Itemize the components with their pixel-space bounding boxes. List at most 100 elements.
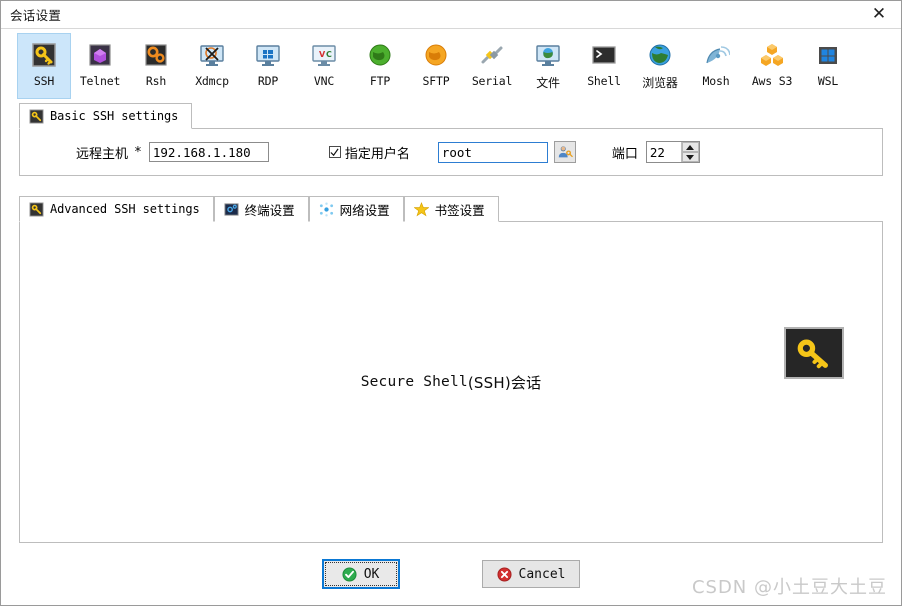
tab-label: 终端设置 xyxy=(244,202,295,218)
advanced-settings-panel: Secure Shell (SSH)会话 xyxy=(19,221,883,543)
ok-button[interactable]: OK xyxy=(321,559,400,589)
user-key-icon[interactable] xyxy=(553,141,576,163)
port-decrement-button[interactable] xyxy=(681,152,699,162)
plug-icon xyxy=(478,41,506,69)
gem-icon xyxy=(86,41,114,69)
tab-label: 网络设置 xyxy=(339,202,390,218)
protocol-browser[interactable]: 浏览器 xyxy=(633,33,687,99)
blue-globe-icon xyxy=(646,41,674,69)
remote-host-label: 远程主机 xyxy=(76,146,129,162)
satellite-icon xyxy=(702,41,731,69)
star-icon xyxy=(413,201,430,217)
port-increment-button[interactable] xyxy=(681,142,699,152)
protocol-serial[interactable]: Serial xyxy=(465,33,519,99)
protocol-label: Mosh xyxy=(702,74,730,88)
cancel-button[interactable]: Cancel xyxy=(481,560,581,588)
protocol-xdmcp[interactable]: Xdmcp xyxy=(185,33,239,99)
checkbox-box xyxy=(328,146,341,158)
big-key-icon xyxy=(784,327,844,379)
specify-username-checkbox[interactable]: 指定用户名 xyxy=(328,143,410,162)
protocol-file[interactable]: 文件 xyxy=(521,33,575,99)
protocol-sftp[interactable]: SFTP xyxy=(409,33,463,99)
protocol-label: Xdmcp xyxy=(195,74,229,88)
specify-username-label: 指定用户名 xyxy=(344,146,410,162)
username-input[interactable] xyxy=(437,141,548,163)
protocol-vnc[interactable]: V C VNC xyxy=(297,33,351,99)
required-marker: * xyxy=(134,144,142,160)
tab-basic-ssh-settings[interactable]: Basic SSH settings xyxy=(19,103,193,129)
terminal-settings-icon xyxy=(224,202,239,217)
gears-icon xyxy=(142,41,170,69)
protocol-label: SSH xyxy=(33,74,55,88)
tab-bookmark-settings[interactable]: 书签设置 xyxy=(403,196,499,222)
port-stepper[interactable] xyxy=(645,141,700,163)
protocol-shell[interactable]: Shell xyxy=(577,33,631,99)
protocol-label: 浏览器 xyxy=(642,76,678,90)
tab-label: 书签设置 xyxy=(434,202,485,218)
protocol-label: Aws S3 xyxy=(751,74,793,88)
session-headline-ascii: Secure Shell xyxy=(360,374,468,390)
network-icon xyxy=(319,201,334,217)
protocol-ssh[interactable]: SSH xyxy=(17,33,71,99)
protocol-label: SFTP xyxy=(422,74,450,88)
tab-network-settings[interactable]: 网络设置 xyxy=(308,196,404,222)
basic-tabstrip: Basic SSH settings xyxy=(19,103,883,129)
globe-monitor-icon xyxy=(534,41,562,69)
protocol-label: Shell xyxy=(587,74,621,88)
ok-button-label: OK xyxy=(363,566,380,582)
x-monitor-icon xyxy=(198,41,226,69)
session-settings-window: 会话设置 ✕ SSH Telnet Rsh Xdmcp RDP V C VNC … xyxy=(0,0,902,606)
svg-text:V: V xyxy=(319,50,326,59)
protocol-rsh[interactable]: Rsh xyxy=(129,33,183,99)
close-icon[interactable]: ✕ xyxy=(857,1,901,28)
protocol-aws-s3[interactable]: Aws S3 xyxy=(745,33,799,99)
settings-body: Basic SSH settings 远程主机 * 指定用户名 xyxy=(1,103,901,543)
basic-settings-panel: 远程主机 * 指定用户名 xyxy=(19,128,883,176)
port-label: 端口 xyxy=(611,146,638,162)
protocol-label: FTP xyxy=(369,74,391,88)
tab-terminal-settings[interactable]: 终端设置 xyxy=(213,196,309,222)
protocol-label: Serial xyxy=(471,74,513,88)
protocol-label: 文件 xyxy=(536,76,560,90)
protocol-toolbar: SSH Telnet Rsh Xdmcp RDP V C VNC FTP SFT… xyxy=(1,29,901,103)
orange-globe-icon xyxy=(422,41,450,69)
vnc-monitor-icon: V C xyxy=(310,41,338,69)
session-headline: Secure Shell (SSH)会话 xyxy=(20,222,882,542)
protocol-label: Rsh xyxy=(145,74,167,88)
protocol-label: Telnet xyxy=(79,74,121,88)
basic-form-row: 远程主机 * 指定用户名 xyxy=(20,141,882,163)
windows-icon xyxy=(814,41,842,69)
title-bar: 会话设置 ✕ xyxy=(1,1,901,29)
protocol-label: WSL xyxy=(817,74,839,88)
advanced-panel-content: Secure Shell (SSH)会话 xyxy=(20,222,882,542)
green-globe-icon xyxy=(366,41,394,69)
tab-label: Advanced SSH settings xyxy=(50,202,200,216)
terminal-icon xyxy=(590,41,618,69)
protocol-ftp[interactable]: FTP xyxy=(353,33,407,99)
aws-cubes-icon xyxy=(758,41,786,69)
windows-monitor-icon xyxy=(254,41,282,69)
protocol-telnet[interactable]: Telnet xyxy=(73,33,127,99)
key-icon xyxy=(30,41,58,69)
advanced-tabstrip: Advanced SSH settings 终端设置 网络设置 书签设置 xyxy=(19,196,883,222)
green-check-icon xyxy=(342,566,357,582)
session-headline-cjk: (SSH)会话 xyxy=(467,373,542,392)
port-stepper-arrows xyxy=(680,142,699,162)
svg-text:C: C xyxy=(326,50,332,59)
tab-label: Basic SSH settings xyxy=(50,109,179,123)
key-icon xyxy=(29,108,44,124)
port-input[interactable] xyxy=(646,142,681,162)
window-title: 会话设置 xyxy=(10,8,62,23)
red-x-icon xyxy=(496,566,512,582)
protocol-mosh[interactable]: Mosh xyxy=(689,33,743,99)
remote-host-input[interactable] xyxy=(148,142,269,162)
protocol-label: RDP xyxy=(257,74,279,88)
key-icon xyxy=(29,201,44,217)
tab-advanced-ssh-settings[interactable]: Advanced SSH settings xyxy=(19,196,214,222)
dialog-footer: OK Cancel xyxy=(1,543,901,605)
cancel-button-label: Cancel xyxy=(518,566,566,582)
protocol-wsl[interactable]: WSL xyxy=(801,33,855,99)
protocol-label: VNC xyxy=(313,74,335,88)
protocol-rdp[interactable]: RDP xyxy=(241,33,295,99)
